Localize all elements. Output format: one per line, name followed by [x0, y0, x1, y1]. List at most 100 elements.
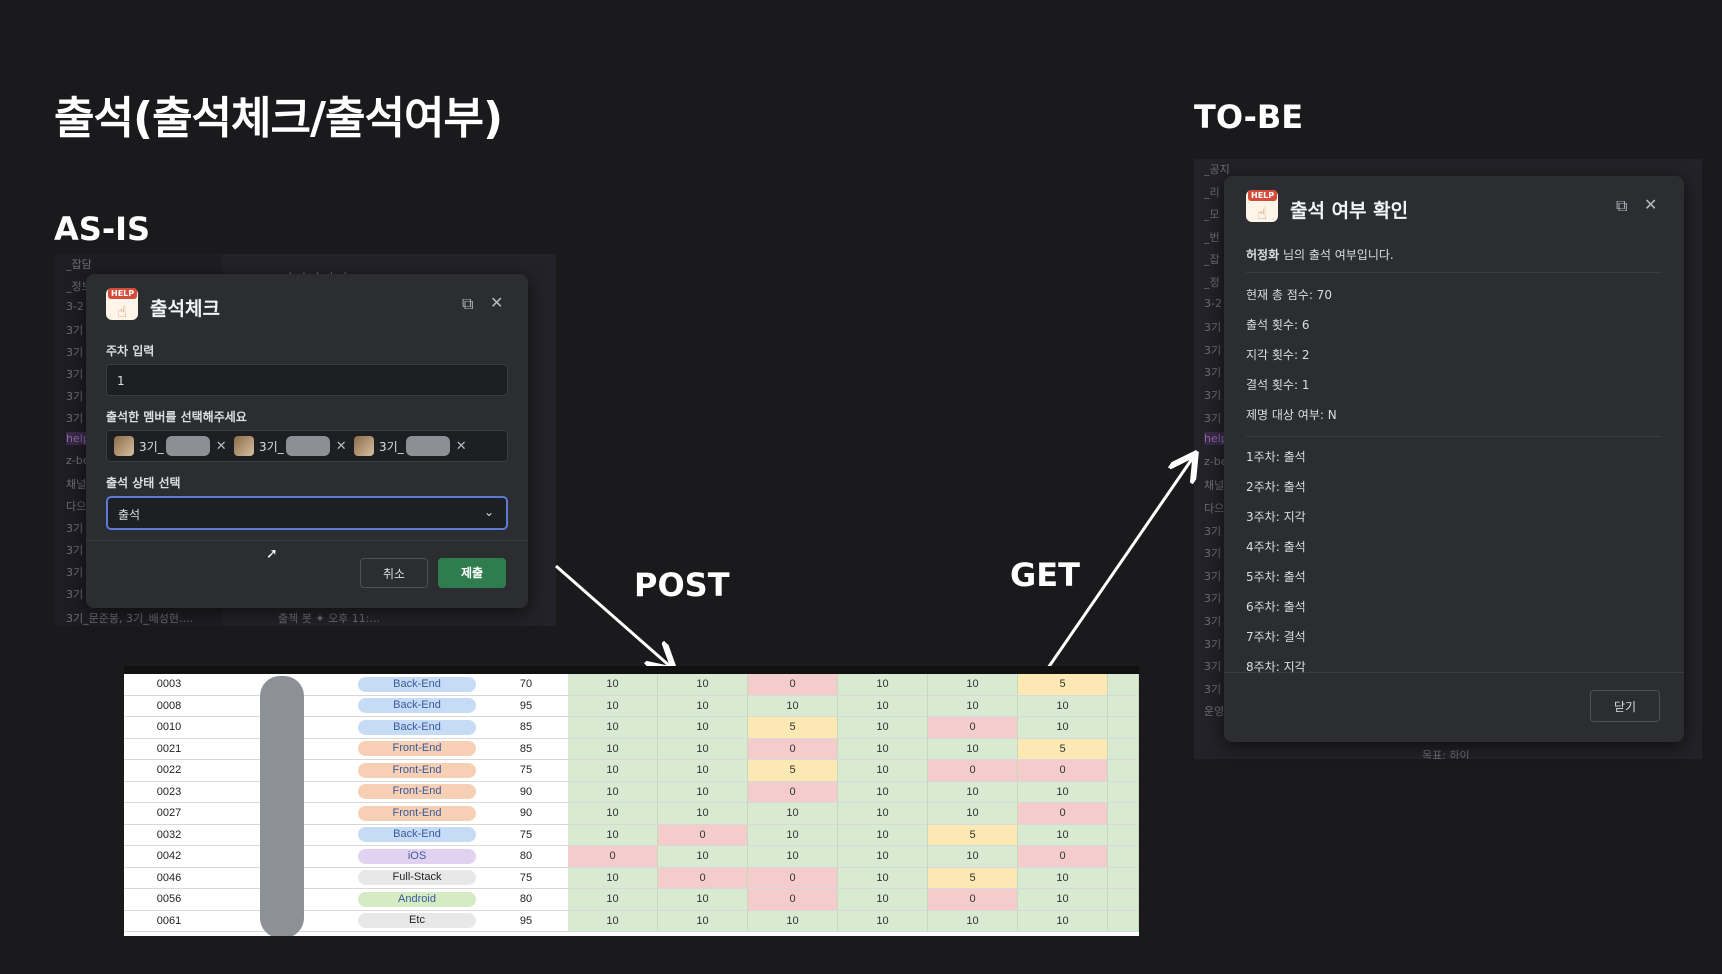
track-cell: Back-End: [350, 825, 484, 846]
week-score: [1108, 889, 1139, 910]
week-score: 10: [838, 717, 928, 738]
get-label: GET: [1010, 556, 1080, 594]
member-id: 0042: [156, 850, 182, 862]
week-score: [1108, 695, 1139, 716]
track-cell: iOS: [350, 846, 484, 867]
member-id: 0027: [156, 807, 182, 819]
week-score: 10: [928, 674, 1018, 695]
week-score: 0: [1018, 760, 1108, 781]
week-score: 10: [838, 803, 928, 824]
week-score: [1108, 910, 1139, 931]
week-score: [1108, 781, 1139, 802]
week-score: 10: [568, 695, 658, 716]
week-score: 0: [748, 781, 838, 802]
week-score: 10: [658, 781, 748, 802]
week-score: [1108, 824, 1139, 845]
week-score: 0: [748, 889, 838, 910]
week-score: 10: [838, 738, 928, 759]
week-score: 10: [838, 781, 928, 802]
week-score: 10: [838, 760, 928, 781]
total-score: 75: [519, 828, 533, 841]
member-id: 0061: [156, 914, 182, 927]
week-score: 10: [1018, 824, 1108, 845]
member-id: 0003: [156, 678, 182, 690]
sheet-header: [124, 666, 1139, 674]
total-score: 75: [519, 871, 533, 884]
week-score: 0: [928, 717, 1018, 738]
week-score: 10: [748, 695, 838, 716]
week-score: 10: [658, 910, 748, 931]
week-score: 0: [928, 889, 1018, 910]
week-score: 5: [928, 824, 1018, 845]
redacted-names-column: [260, 676, 304, 936]
week-score: 10: [928, 803, 1018, 824]
week-score: 0: [748, 674, 838, 695]
week-score: 10: [658, 760, 748, 781]
week-score: 10: [658, 846, 748, 867]
total-score: 95: [519, 914, 533, 927]
week-score: 10: [928, 738, 1018, 759]
week-score: [1108, 867, 1139, 888]
track-tag: Front-End: [358, 805, 476, 821]
track-cell: Front-End: [350, 739, 484, 760]
week-score: 10: [928, 910, 1018, 931]
week-score: 10: [568, 889, 658, 910]
week-score: 10: [838, 867, 928, 888]
week-score: 10: [658, 738, 748, 759]
week-score: 10: [658, 674, 748, 695]
week-score: 0: [658, 824, 748, 845]
total-score: 70: [519, 678, 533, 690]
week-score: 10: [928, 846, 1018, 867]
week-score: 5: [1018, 738, 1108, 759]
total-score: 85: [519, 721, 533, 733]
week-score: 10: [1018, 781, 1108, 802]
attendance-spreadsheet: 0003 Back-End 70 10 10 0 10 10 5 0008 Back-End 95 10…: [124, 666, 1139, 936]
track-tag: Back-End: [358, 676, 476, 692]
track-cell: Etc: [350, 911, 484, 932]
track-tag: Back-End: [358, 719, 476, 735]
post-label: POST: [634, 566, 730, 604]
week-score: 0: [928, 760, 1018, 781]
track-tag: Front-End: [358, 762, 476, 778]
week-score: 5: [748, 760, 838, 781]
week-score: 10: [838, 824, 928, 845]
track-tag: Full-Stack: [358, 870, 476, 886]
total-score: 80: [519, 893, 533, 905]
week-score: 10: [568, 738, 658, 759]
member-id: 0008: [156, 699, 182, 712]
week-score: 0: [658, 867, 748, 888]
week-score: 5: [748, 717, 838, 738]
track-cell: Back-End: [350, 696, 484, 717]
total-score: 85: [519, 742, 533, 755]
week-score: 10: [748, 846, 838, 867]
track-tag: Etc: [358, 913, 476, 929]
week-score: 0: [1018, 803, 1108, 824]
member-id: 0023: [156, 785, 182, 798]
week-score: 10: [838, 910, 928, 931]
week-score: 10: [1018, 889, 1108, 910]
track-tag: iOS: [358, 848, 476, 864]
week-score: 10: [748, 824, 838, 845]
week-score: 10: [658, 717, 748, 738]
week-score: [1108, 760, 1139, 781]
week-score: 10: [1018, 717, 1108, 738]
week-score: 5: [928, 867, 1018, 888]
week-score: 10: [568, 824, 658, 845]
week-score: 10: [748, 910, 838, 931]
member-id: 0032: [156, 828, 182, 841]
week-score: 10: [1018, 695, 1108, 716]
member-id: 0010: [156, 721, 182, 733]
member-id: 0021: [156, 742, 182, 755]
week-score: 10: [838, 846, 928, 867]
week-score: 10: [568, 781, 658, 802]
track-cell: Android: [350, 889, 484, 910]
week-score: 5: [1018, 674, 1108, 695]
total-score: 75: [519, 764, 533, 776]
week-score: 10: [838, 674, 928, 695]
week-score: [1108, 803, 1139, 824]
member-id: 0022: [156, 764, 182, 776]
track-tag: Front-End: [358, 741, 476, 757]
track-cell: Back-End: [350, 674, 484, 695]
total-score: 95: [519, 699, 533, 712]
week-score: 10: [568, 867, 658, 888]
